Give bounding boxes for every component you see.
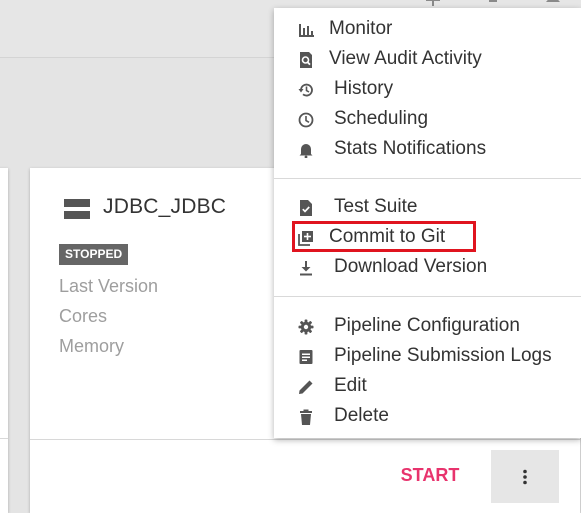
- checked-document-icon: [300, 200, 312, 216]
- cores-label: Cores: [59, 306, 108, 326]
- download-icon: [300, 261, 312, 276]
- card-divider: [30, 439, 580, 440]
- pipeline-card-partial: [0, 168, 8, 513]
- menu-item-label: Pipeline Submission Logs: [334, 345, 552, 366]
- menu-item-label: Download Version: [334, 256, 488, 277]
- menu-divider: [274, 178, 581, 179]
- clock-icon: [298, 112, 314, 128]
- menu-item-view-audit-activity[interactable]: View Audit Activity: [274, 45, 581, 75]
- menu-item-label: Test Suite: [334, 196, 418, 217]
- menu-item-delete[interactable]: Delete: [274, 402, 581, 432]
- trash-icon: [300, 409, 312, 425]
- search-document-icon: [300, 52, 312, 68]
- menu-item-history[interactable]: History: [274, 75, 581, 105]
- pencil-icon: [299, 380, 313, 394]
- log-document-icon: [299, 350, 313, 364]
- history-icon: [298, 83, 313, 97]
- menu-item-label: Stats Notifications: [334, 138, 487, 159]
- menu-item-label: View Audit Activity: [329, 48, 482, 69]
- card-divider: [0, 438, 8, 439]
- menu-item-label: Pipeline Configuration: [334, 315, 520, 336]
- menu-item-test-suite[interactable]: Test Suite: [274, 193, 581, 223]
- menu-divider: [274, 296, 581, 297]
- menu-item-pipeline-submission-logs[interactable]: Pipeline Submission Logs: [274, 342, 581, 372]
- menu-item-monitor[interactable]: Monitor: [274, 15, 581, 45]
- bell-icon: [299, 144, 313, 158]
- gear-icon: [298, 319, 314, 335]
- menu-item-label: Scheduling: [334, 108, 429, 129]
- pipeline-actions-menu: Monitor View Audit Activity History Sche…: [274, 8, 581, 438]
- status-badge: STOPPED: [59, 244, 129, 265]
- pipeline-title[interactable]: JDBC_JDBC: [103, 195, 226, 219]
- menu-item-edit[interactable]: Edit: [274, 372, 581, 402]
- highlight-box: [292, 221, 476, 252]
- menu-item-label: Delete: [334, 405, 389, 426]
- menu-item-label: History: [334, 78, 394, 99]
- add-icon[interactable]: [426, 0, 440, 6]
- more-vert-icon: [523, 469, 527, 484]
- menu-item-label: Monitor: [329, 18, 393, 39]
- more-options-button[interactable]: [491, 450, 559, 503]
- menu-item-stats-notifications[interactable]: Stats Notifications: [274, 135, 581, 165]
- bar-chart-icon: [299, 24, 314, 37]
- menu-item-scheduling[interactable]: Scheduling: [274, 105, 581, 135]
- start-button[interactable]: START: [394, 459, 466, 491]
- menu-item-label: Edit: [334, 375, 367, 396]
- download-icon[interactable]: [486, 0, 500, 6]
- menu-item-download-version[interactable]: Download Version: [274, 253, 581, 283]
- pipeline-icon: [64, 199, 90, 219]
- last-version-label: Last Version: [59, 276, 159, 296]
- upload-icon[interactable]: [546, 0, 560, 6]
- menu-item-pipeline-configuration[interactable]: Pipeline Configuration: [274, 312, 581, 342]
- memory-label: Memory: [59, 336, 125, 356]
